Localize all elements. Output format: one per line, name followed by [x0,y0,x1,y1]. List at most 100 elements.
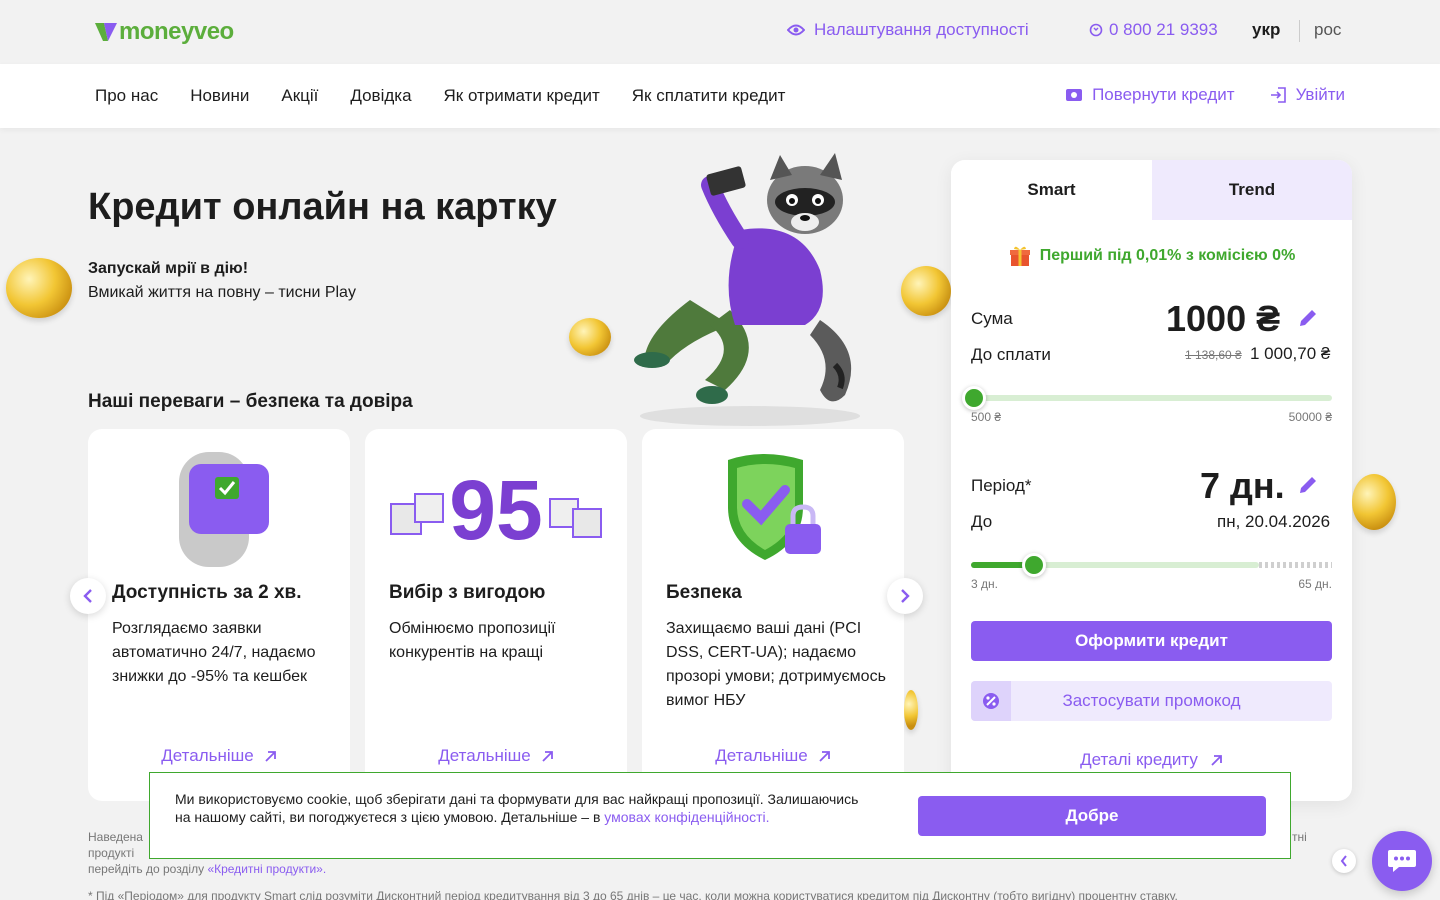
hero-tagline: Запускай мрії в дію! [88,260,249,277]
chat-collapse-button[interactable] [1332,849,1356,873]
coin-decoration [1352,474,1396,530]
nav-item-help[interactable]: Довідка [350,86,411,106]
moneyveo-logo[interactable]: moneyveo [95,18,234,46]
phone-number: 0 800 21 9393 [1109,20,1218,39]
chat-button[interactable] [1372,831,1432,891]
return-credit-link[interactable]: Повернути кредит [1065,85,1235,105]
apply-promocode-button[interactable]: Застосувати промокод [971,681,1332,721]
arrow-up-right-icon [819,750,830,762]
card-text: Обмінюємо пропозиції конкурентів на кращ… [389,620,556,661]
phone-icon [1089,23,1103,37]
edit-sum-pencil-icon[interactable] [1297,307,1319,329]
lang-ros[interactable]: рос [1314,20,1341,40]
card-details-link[interactable]: Детальніше [365,746,627,766]
lang-divider [1299,20,1300,42]
card-link-label: Детальніше [161,746,254,765]
footer-note-prefix: перейдіть до розділу [88,862,208,876]
nav-links: Про нас Новини Акції Довідка Як отримати… [95,86,785,106]
coin-decoration [6,258,72,318]
page-title: Кредит онлайн на картку [88,186,557,228]
sum-min-label: 500 ₴ [971,410,1002,424]
coin-decoration [901,266,951,316]
footer-note-line2: продукті [88,846,135,860]
credit-products-link[interactable]: «Кредитні продукти». [207,862,326,876]
carousel-prev-button[interactable] [70,578,106,614]
arrow-up-right-icon [542,750,553,762]
tab-trend[interactable]: Trend [1152,160,1352,220]
sum-value: 1000 ₴ [1166,298,1281,339]
gift-icon [1009,246,1030,266]
period-slider-handle[interactable] [1022,553,1047,577]
phone-link[interactable]: 0 800 21 9393 [1089,20,1218,40]
nav-item-how-to-get[interactable]: Як отримати кредит [444,86,600,106]
nav-item-how-to-pay[interactable]: Як сплатити кредит [632,86,786,106]
top-bar: moneyveo Налаштування доступності 0 800 … [0,0,1440,64]
credit-calculator: Smart Trend Перший під 0,01% з комісією … [951,160,1352,801]
card-link-label: Детальніше [715,746,808,765]
cookie-accept-button[interactable]: Добре [918,796,1266,836]
chevron-left-icon [1340,855,1347,867]
footer-period-note: * Під «Періодом» для продукту Smart слід… [88,889,1178,900]
login-link[interactable]: Увійти [1269,85,1345,105]
accessibility-settings-link[interactable]: Налаштування доступності [787,20,1029,40]
gift-95-icon: 95 [385,449,607,569]
advantage-card-security: Безпека Захищаємо ваші дані (PCI DSS, CE… [642,429,904,801]
promo-text: Перший під 0,01% з комісією 0% [1039,247,1296,264]
login-label: Увійти [1295,85,1345,104]
coupon-icon [971,681,1011,721]
footer-note-line3: перейдіть до розділу «Кредитні продукти»… [88,861,326,877]
advantage-card-choice: 95 Вибір з вигодою Обмінюємо пропозиції … [365,429,627,801]
carousel-next-button[interactable] [887,578,923,614]
eye-icon [787,24,805,36]
period-slider-unavailable [1259,562,1332,568]
pay-old-amount: 1 138,60 ₴ [1185,348,1242,362]
period-max-label: 65 дн. [1298,577,1332,591]
cookie-banner: Ми використовуємо cookie, щоб зберігати … [149,772,1291,859]
sum-max-label: 50000 ₴ [1288,410,1332,424]
tab-smart[interactable]: Smart [951,160,1152,220]
period-min-label: 3 дн. [971,577,998,591]
sum-label: Сума [971,309,1013,328]
until-label: До [971,512,993,531]
nav-item-news[interactable]: Новини [190,86,249,106]
number-95-text: 95 [449,463,542,557]
until-date: пн, 20.04.2026 [1217,512,1331,531]
period-value: 7 дн. [1200,465,1285,506]
hero-subtitle: Вмикай життя на повну – тисни Play [88,284,356,301]
promo-banner: Перший під 0,01% з комісією 0% [951,244,1352,268]
sum-slider-track[interactable] [971,395,1332,401]
card-text: Розглядаємо заявки автоматично 24/7, над… [112,620,316,685]
card-text: Захищаємо ваші дані (PCI DSS, CERT-UA); … [666,620,886,709]
arrow-up-right-icon [265,750,276,762]
nav-item-about[interactable]: Про нас [95,86,158,106]
coin-decoration [904,690,918,730]
cookie-text: Ми використовуємо cookie, щоб зберігати … [175,790,865,826]
chevron-left-icon [83,589,92,603]
credit-details-label: Деталі кредиту [1080,750,1198,769]
pay-label: До сплати [971,345,1051,364]
edit-period-pencil-icon[interactable] [1297,474,1319,496]
promocode-label: Застосувати промокод [1062,691,1241,710]
sum-slider-handle[interactable] [962,386,986,410]
logo-mark-icon [95,23,117,41]
credit-details-link[interactable]: Деталі кредиту [951,750,1352,770]
chat-bubble-icon [1388,850,1416,872]
footer-note-line1-end: тні [1292,830,1307,844]
privacy-terms-link[interactable]: умовах конфіденційності. [604,809,769,825]
login-icon [1270,87,1286,103]
logo-text: moneyveo [119,18,234,45]
wallet-icon [1066,89,1083,101]
card-details-link[interactable]: Детальніше [88,746,350,766]
raccoon-mascot-image [634,153,860,426]
main-nav: Про нас Новини Акції Довідка Як отримати… [0,64,1440,128]
chevron-right-icon [901,589,910,603]
period-label: Період* [971,476,1032,495]
apply-credit-button[interactable]: Оформити кредит [971,621,1332,661]
nav-actions: Повернути кредит Увійти [1065,85,1345,105]
lang-ukr[interactable]: укр [1252,20,1280,40]
card-details-link[interactable]: Детальніше [642,746,904,766]
nav-item-promos[interactable]: Акції [281,86,318,106]
coin-decoration [569,318,611,356]
footer-note-line1: Наведена [88,830,143,844]
arrow-up-right-icon [1211,754,1222,766]
